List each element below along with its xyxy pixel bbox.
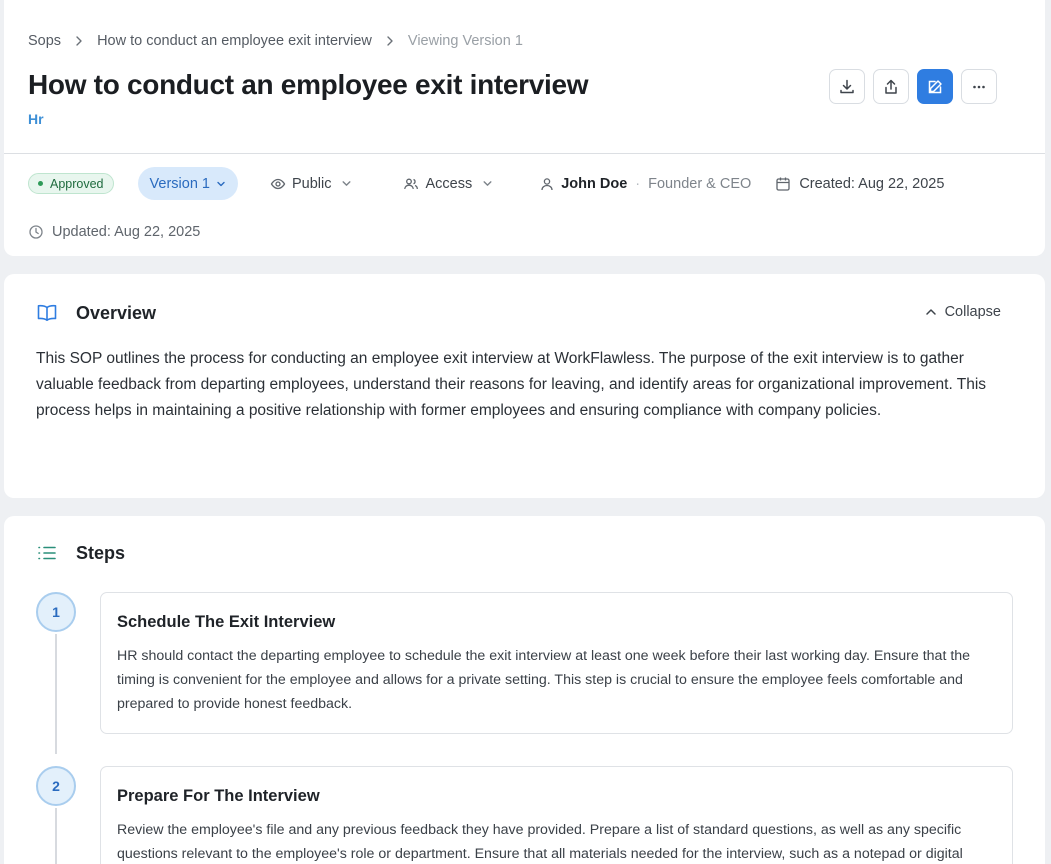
step-card[interactable]: Prepare For The Interview Review the emp…	[100, 766, 1013, 864]
access-label: Access	[425, 175, 473, 192]
sop-header-card: Sops How to conduct an employee exit int…	[4, 0, 1045, 256]
clock-icon	[29, 225, 43, 239]
more-options-button[interactable]	[961, 69, 997, 104]
meta-separator: ·	[635, 175, 641, 192]
updated-date: Updated: Aug 22, 2025	[28, 224, 200, 240]
step-description: Review the employee's file and any previ…	[117, 822, 963, 862]
author-role: Founder & CEO	[648, 175, 752, 192]
updated-label: Updated: Aug 22, 2025	[52, 224, 201, 240]
breadcrumb-current: Viewing Version 1	[407, 33, 523, 49]
step-title: Prepare For The Interview	[117, 787, 320, 805]
department-tag[interactable]: Hr	[28, 111, 44, 127]
user-icon	[541, 177, 553, 190]
status-badge: Approved	[28, 173, 114, 194]
meta-row: Approved Version 1 Public Access John Do…	[28, 167, 944, 200]
step-description: HR should contact the departing employee…	[117, 648, 971, 712]
overview-title: Overview	[76, 302, 157, 323]
download-button[interactable]	[829, 69, 865, 104]
collapse-button[interactable]: Collapse	[925, 304, 1001, 320]
chevron-right-icon	[385, 36, 395, 46]
version-label: Version 1	[149, 175, 210, 192]
chevron-right-icon	[74, 36, 84, 46]
list-icon	[38, 546, 56, 560]
more-icon	[973, 85, 985, 88]
status-label: Approved	[50, 176, 104, 191]
status-dot-icon	[38, 181, 43, 186]
created-label: Created: Aug 22, 2025	[799, 175, 945, 192]
edit-icon	[928, 79, 942, 93]
edit-button[interactable]	[917, 69, 953, 104]
users-icon	[404, 178, 419, 189]
download-icon	[840, 79, 854, 93]
breadcrumb: Sops How to conduct an employee exit int…	[28, 33, 523, 49]
created-date: Created: Aug 22, 2025	[775, 176, 944, 192]
header-divider	[4, 153, 1045, 154]
breadcrumb-parent[interactable]: How to conduct an employee exit intervie…	[97, 33, 372, 49]
overview-text: This SOP outlines the process for conduc…	[36, 350, 987, 419]
overview-card: Overview Collapse This SOP outlines the …	[4, 274, 1045, 498]
steps-card: Steps 1 Schedule The Exit Interview HR s…	[4, 516, 1045, 864]
chevron-down-icon	[483, 181, 492, 186]
step-title: Schedule The Exit Interview	[117, 613, 336, 631]
version-dropdown[interactable]: Version 1	[137, 167, 238, 200]
book-open-icon	[37, 304, 57, 321]
author-name: John Doe	[561, 175, 628, 192]
step-number-badge: 2	[36, 766, 76, 806]
eye-icon	[270, 178, 286, 189]
step-number-badge: 1	[36, 592, 76, 632]
page-title: How to conduct an employee exit intervie…	[28, 69, 589, 100]
author-info: John Doe · Founder & CEO	[539, 176, 751, 192]
share-button[interactable]	[873, 69, 909, 104]
steps-title: Steps	[76, 542, 126, 563]
step-connector	[55, 808, 57, 864]
calendar-icon	[776, 177, 790, 191]
access-dropdown[interactable]: Access	[403, 176, 499, 192]
step-card[interactable]: Schedule The Exit Interview HR should co…	[100, 592, 1013, 734]
steps-header: Steps	[36, 542, 125, 564]
visibility-dropdown[interactable]: Public	[270, 176, 359, 192]
chevron-down-icon	[217, 181, 225, 186]
step-connector	[55, 634, 57, 754]
chevron-down-icon	[342, 181, 351, 186]
visibility-label: Public	[291, 175, 332, 192]
collapse-label: Collapse	[944, 304, 1001, 320]
chevron-up-icon	[925, 309, 936, 315]
share-icon	[885, 79, 897, 94]
breadcrumb-root[interactable]: Sops	[28, 33, 61, 49]
overview-header: Overview	[36, 302, 156, 324]
action-toolbar	[829, 69, 997, 104]
